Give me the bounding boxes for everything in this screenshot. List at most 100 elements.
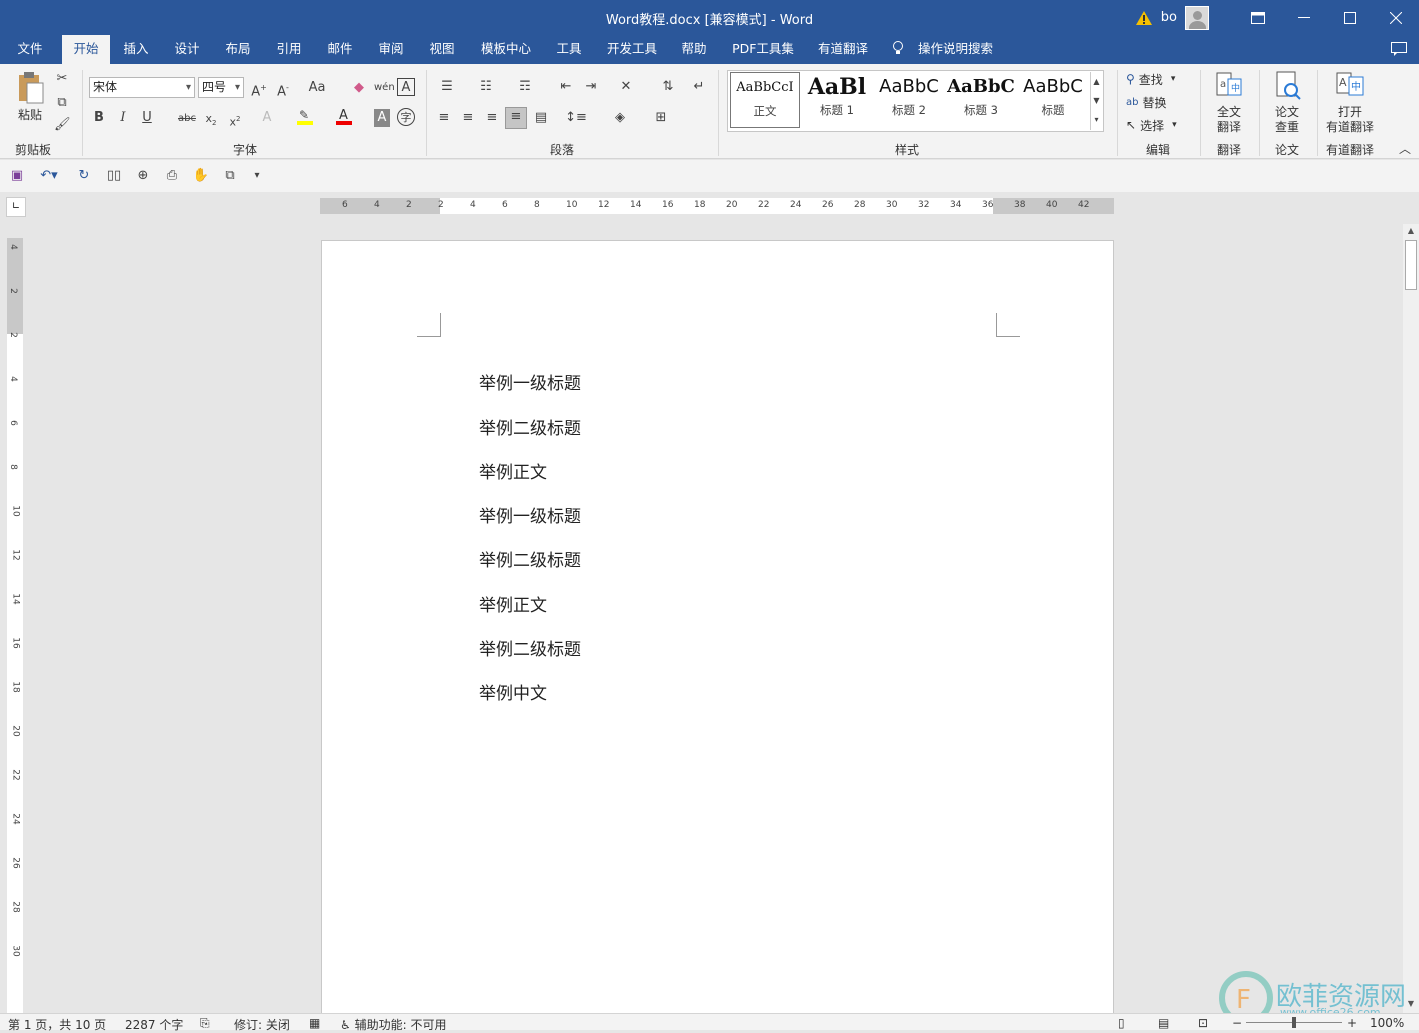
tab-insert[interactable]: 插入: [116, 35, 156, 64]
close-icon[interactable]: [1373, 0, 1419, 35]
borders-icon[interactable]: ⊞: [646, 109, 676, 127]
clear-format-icon[interactable]: ◆: [350, 79, 368, 97]
decrease-indent-icon[interactable]: ⇤: [556, 78, 576, 96]
font-name-select[interactable]: 宋体: [89, 77, 195, 98]
zoom-slider-thumb[interactable]: [1292, 1017, 1296, 1028]
tell-me-search[interactable]: 操作说明搜索: [892, 35, 1002, 64]
paragraph[interactable]: 举例一级标题: [479, 502, 581, 527]
youdao-open-label-2[interactable]: 有道翻译: [1320, 119, 1380, 134]
text-effects-icon[interactable]: A: [258, 109, 276, 127]
vertical-ruler[interactable]: 4 2 2 4 6 8 10 12 14 16 18 20 22 24 26 28 30: [7, 238, 23, 1013]
tab-template-center[interactable]: 模板中心: [474, 35, 538, 64]
read-mode-view-icon[interactable]: ▯: [1118, 1016, 1125, 1030]
undo-icon[interactable]: ↶▾: [36, 167, 62, 185]
align-center-icon[interactable]: ≡: [458, 109, 478, 127]
bold-button[interactable]: B: [91, 109, 107, 127]
macro-icon[interactable]: ▦: [309, 1016, 320, 1030]
maximize-icon[interactable]: [1327, 0, 1373, 35]
justify-icon[interactable]: ≡: [505, 107, 527, 129]
tab-youdao[interactable]: 有道翻译: [811, 35, 875, 64]
underline-button[interactable]: U: [139, 109, 155, 127]
paragraph[interactable]: 举例中文: [479, 679, 547, 704]
full-translate-label[interactable]: 全文: [1206, 104, 1252, 119]
copy-icon[interactable]: ⧉: [54, 94, 70, 112]
zoom-in-icon[interactable]: +: [1347, 1016, 1357, 1030]
youdao-open-label[interactable]: 打开: [1320, 104, 1380, 119]
line-spacing-icon[interactable]: ↕≡: [561, 109, 591, 127]
char-border-icon[interactable]: A: [397, 78, 415, 96]
numbering-icon[interactable]: ☷: [473, 78, 499, 96]
page-count[interactable]: 第 1 页，共 10 页: [8, 1016, 106, 1033]
multilevel-list-icon[interactable]: ☶: [512, 78, 538, 96]
minimize-icon[interactable]: [1281, 0, 1327, 35]
touch-mode-icon[interactable]: ✋: [191, 167, 211, 185]
document-page[interactable]: 举例一级标题 举例二级标题 举例正文 举例一级标题 举例二级标题 举例正文 举例…: [321, 240, 1114, 1030]
increase-indent-icon[interactable]: ⇥: [581, 78, 601, 96]
web-icon[interactable]: ⊕: [133, 167, 153, 185]
paste-icon[interactable]: [12, 70, 48, 106]
redo-icon[interactable]: ↻: [75, 167, 93, 185]
youdao-open-icon[interactable]: A中: [1331, 70, 1369, 100]
replace-button[interactable]: ab 替换: [1126, 93, 1167, 111]
full-translate-label-2[interactable]: 翻译: [1206, 119, 1252, 134]
select-button[interactable]: ↖ 选择 ▾: [1126, 116, 1177, 134]
tab-pdf-tools[interactable]: PDF工具集: [726, 35, 800, 64]
save-icon[interactable]: ▣: [8, 167, 26, 185]
tab-references[interactable]: 引用: [269, 35, 309, 64]
style-heading-1[interactable]: AaBl 标题 1: [802, 72, 872, 128]
paper-check-label-2[interactable]: 查重: [1264, 119, 1310, 134]
paper-check-icon[interactable]: [1268, 70, 1306, 100]
cut-icon[interactable]: ✂: [54, 70, 70, 88]
tab-review[interactable]: 审阅: [371, 35, 411, 64]
print-layout-view-icon[interactable]: ▤: [1158, 1016, 1169, 1030]
style-heading-3[interactable]: AaBbC 标题 3: [946, 72, 1016, 128]
font-color-icon[interactable]: A: [335, 106, 353, 132]
tab-file[interactable]: 文件: [10, 35, 50, 64]
compare-icon[interactable]: ⧉: [220, 167, 240, 185]
style-title[interactable]: AaBbC 标题: [1018, 72, 1088, 128]
tab-layout[interactable]: 布局: [218, 35, 258, 64]
ribbon-display-options-icon[interactable]: [1235, 0, 1281, 35]
asian-layout-icon[interactable]: ✕: [612, 78, 640, 96]
scroll-thumb[interactable]: [1405, 240, 1417, 290]
track-changes[interactable]: 修订: 关闭: [234, 1016, 290, 1033]
find-button[interactable]: ⚲ 查找 ▾: [1126, 70, 1175, 88]
zoom-out-icon[interactable]: −: [1232, 1016, 1242, 1030]
vertical-scrollbar[interactable]: ▲ ▼: [1403, 224, 1419, 1013]
user-name[interactable]: bo: [1161, 10, 1177, 25]
enclose-char-icon[interactable]: 字: [397, 108, 415, 126]
grow-font-icon[interactable]: A+: [250, 79, 268, 101]
tab-help[interactable]: 帮助: [674, 35, 714, 64]
change-case-icon[interactable]: Aa: [302, 79, 332, 97]
shading-icon[interactable]: ◈: [605, 109, 635, 127]
shrink-font-icon[interactable]: A-: [274, 79, 292, 101]
customize-qat-icon[interactable]: ▾: [250, 167, 264, 185]
format-painter-icon[interactable]: 🖌: [54, 116, 71, 134]
full-translate-icon[interactable]: a中: [1210, 70, 1248, 100]
paragraph[interactable]: 举例二级标题: [479, 635, 581, 660]
phonetic-guide-icon[interactable]: wén: [374, 79, 395, 97]
strikethrough-button[interactable]: abc: [176, 110, 198, 128]
accessibility-status[interactable]: ♿ 辅助功能: 不可用: [340, 1016, 446, 1033]
tab-selector-icon[interactable]: ∟: [6, 197, 26, 217]
proofing-icon[interactable]: ⎘: [200, 1016, 210, 1031]
paragraph[interactable]: 举例正文: [479, 591, 547, 616]
horizontal-ruler[interactable]: 6 4 2 2 4 6 8 10 12 14 16 18 20 22 24 26 28 30 32 34 36 38 40 4…: [320, 198, 1114, 214]
avatar[interactable]: [1185, 5, 1209, 30]
paragraph[interactable]: 举例一级标题: [479, 369, 581, 394]
tab-home[interactable]: 开始: [62, 35, 110, 64]
scroll-up-icon[interactable]: ▲: [1405, 226, 1417, 238]
distributed-icon[interactable]: ▤: [531, 109, 551, 127]
superscript-icon[interactable]: x2: [227, 110, 243, 132]
align-right-icon[interactable]: ≡: [482, 109, 502, 127]
word-count[interactable]: 2287 个字: [125, 1016, 183, 1033]
style-heading-2[interactable]: AaBbC 标题 2: [874, 72, 944, 128]
italic-button[interactable]: I: [115, 109, 131, 127]
highlight-icon[interactable]: ✎: [296, 106, 314, 132]
web-layout-view-icon[interactable]: ⊡: [1198, 1016, 1208, 1030]
tab-design[interactable]: 设计: [167, 35, 207, 64]
paper-check-label[interactable]: 论文: [1264, 104, 1310, 119]
tab-tools[interactable]: 工具: [550, 35, 588, 64]
bullets-icon[interactable]: ☰: [434, 78, 460, 96]
paragraph[interactable]: 举例正文: [479, 458, 547, 483]
